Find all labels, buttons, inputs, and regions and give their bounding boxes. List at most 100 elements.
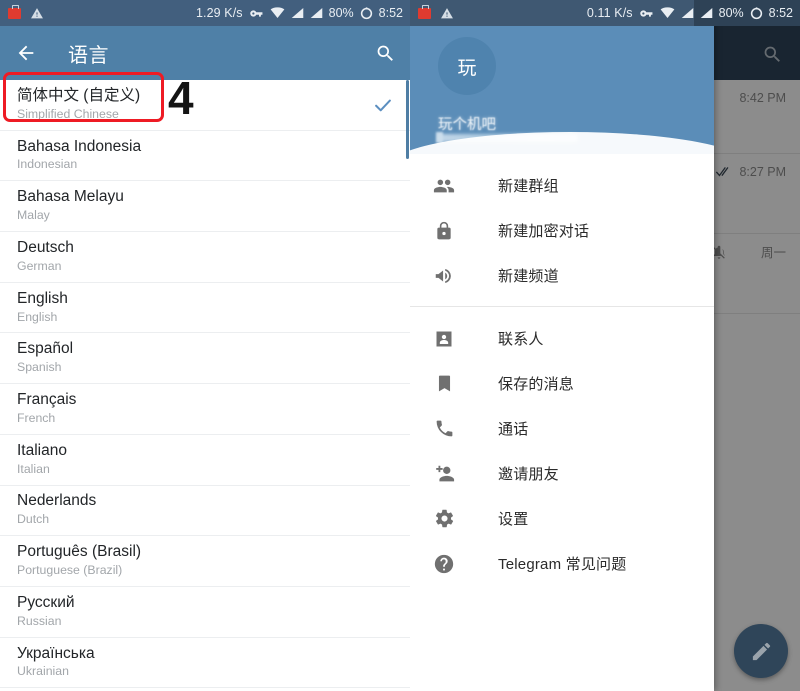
- drawer-item-new-secret-chat[interactable]: 新建加密对话: [410, 208, 714, 253]
- drawer-item-label: 新建加密对话: [498, 223, 590, 240]
- drawer-item-label: 联系人: [498, 331, 544, 348]
- language-texts: English English: [17, 290, 68, 326]
- language-row[interactable]: Français French: [0, 384, 410, 435]
- briefcase-icon: [418, 4, 431, 19]
- language-native-name: 简体中文 (自定义): [17, 86, 141, 104]
- signal-icon: [700, 7, 713, 19]
- drawer-section-main: 联系人 保存的消息 通话 邀请朋友 设置 Telegram 常见问题: [410, 307, 714, 594]
- language-row[interactable]: Nederlands Dutch: [0, 485, 410, 537]
- language-row[interactable]: Українська Ukrainian: [0, 637, 410, 689]
- key-icon: [639, 8, 654, 19]
- language-english-name: Simplified Chinese: [17, 106, 119, 121]
- language-english-name: German: [17, 258, 62, 273]
- signal-icon: [291, 7, 304, 19]
- language-texts: Deutsch German: [17, 239, 74, 275]
- drawer-item-contacts[interactable]: 联系人: [410, 316, 714, 361]
- signal-icon: [310, 7, 323, 19]
- language-texts: Français French: [17, 391, 76, 427]
- drawer-item-settings[interactable]: 设置: [410, 496, 714, 541]
- language-native-name: Nederlands: [17, 492, 97, 510]
- drawer-item-saved-messages[interactable]: 保存的消息: [410, 361, 714, 406]
- language-row[interactable]: Español Spanish: [0, 333, 410, 385]
- warning-triangle-icon: [30, 7, 44, 20]
- language-texts: Bahasa Indonesia Indonesian: [17, 138, 141, 174]
- language-native-name: English: [17, 289, 68, 307]
- search-icon[interactable]: [375, 43, 396, 64]
- drawer-item-new-group[interactable]: 新建群组: [410, 163, 714, 208]
- battery-circle-icon: [360, 6, 373, 20]
- drawer-section-create: 新建群组 新建加密对话 新建频道: [410, 154, 714, 306]
- group-icon: [432, 174, 456, 198]
- drawer-item-calls[interactable]: 通话: [410, 406, 714, 451]
- language-english-name: Malay: [17, 208, 50, 223]
- language-english-name: Portuguese (Brazil): [17, 562, 123, 577]
- annotation-step-number: 4: [168, 72, 194, 124]
- status-bar-left-icons: [8, 4, 44, 20]
- status-bar-right: 0.11 K/s 80% 8:52: [410, 0, 800, 26]
- language-row[interactable]: Bahasa Indonesia Indonesian: [0, 130, 410, 182]
- language-list[interactable]: 简体中文 (自定义) Simplified Chinese Bahasa Ind…: [0, 80, 410, 691]
- language-native-name: Português (Brasil): [17, 543, 142, 561]
- language-english-name: English: [17, 309, 58, 324]
- language-native-name: Bahasa Melayu: [17, 188, 124, 206]
- language-row[interactable]: Русский Russian: [0, 586, 410, 638]
- clock-time: 8:52: [378, 6, 403, 20]
- gear-icon: [432, 507, 456, 531]
- page-title: 语言: [68, 44, 109, 67]
- language-texts: Nederlands Dutch: [17, 492, 96, 528]
- network-speed: 0.11 K/s: [586, 6, 633, 20]
- scrollbar-thumb[interactable]: [406, 80, 409, 159]
- new-message-fab[interactable]: [734, 624, 788, 678]
- drawer-item-new-channel[interactable]: 新建频道: [410, 253, 714, 298]
- language-english-name: Italian: [17, 461, 50, 476]
- status-bar-left-status: 1.29 K/s 80% 8:52: [196, 6, 403, 20]
- language-row[interactable]: Bahasa Melayu Malay: [0, 181, 410, 233]
- briefcase-icon: [8, 4, 21, 19]
- language-english-name: Russian: [17, 613, 62, 628]
- drawer-item-label: 邀请朋友: [498, 466, 559, 483]
- avatar[interactable]: 玩: [438, 37, 496, 95]
- language-native-name: Español: [17, 340, 74, 358]
- left-phone-screen: 1.29 K/s 80% 8:52 语言 简体中文 (自定义) Simplifi…: [0, 0, 410, 691]
- status-bar-left: 1.29 K/s 80% 8:52: [0, 0, 410, 26]
- status-bar-right-icons: [418, 4, 454, 20]
- drawer-item-invite-friends[interactable]: 邀请朋友: [410, 451, 714, 496]
- battery-percent: 80%: [328, 6, 354, 20]
- language-texts: Español Spanish: [17, 340, 73, 376]
- language-row[interactable]: 简体中文 (自定义) Simplified Chinese: [0, 80, 410, 131]
- contact-icon: [432, 327, 456, 351]
- screenshot-root: 1.29 K/s 80% 8:52 语言 简体中文 (自定义) Simplifi…: [0, 0, 800, 691]
- language-english-name: Indonesian: [17, 157, 78, 172]
- language-texts: Українська Ukrainian: [17, 645, 95, 681]
- language-native-name: Bahasa Indonesia: [17, 137, 142, 155]
- language-texts: Português (Brasil) Portuguese (Brazil): [17, 543, 141, 579]
- language-english-name: French: [17, 410, 56, 425]
- drawer-item-telegram-faq[interactable]: Telegram 常见问题: [410, 541, 714, 586]
- language-english-name: Ukrainian: [17, 664, 69, 679]
- language-toolbar: 语言: [0, 26, 410, 80]
- pencil-icon: [750, 640, 773, 663]
- warning-triangle-icon: [440, 7, 454, 20]
- language-row[interactable]: Deutsch German: [0, 232, 410, 283]
- language-row[interactable]: Italiano Italian: [0, 434, 410, 486]
- right-phone-screen: 8:42 PM your a… 8:27 PM: [410, 0, 800, 691]
- language-texts: Bahasa Melayu Malay: [17, 188, 124, 224]
- language-row[interactable]: English English: [0, 282, 410, 334]
- clock-time: 8:52: [768, 6, 793, 20]
- drawer-item-label: 设置: [498, 511, 529, 528]
- language-native-name: Українська: [17, 644, 95, 662]
- drawer-item-label: 新建频道: [498, 268, 559, 285]
- back-button[interactable]: [15, 42, 37, 64]
- key-icon: [249, 8, 264, 19]
- language-native-name: Русский: [17, 593, 75, 611]
- language-row[interactable]: Português (Brasil) Portuguese (Brazil): [0, 536, 410, 587]
- account-name: 玩个机吧: [438, 117, 496, 133]
- drawer-item-label: 通话: [498, 421, 529, 438]
- battery-circle-icon: [750, 6, 763, 20]
- language-english-name: Spanish: [17, 360, 62, 375]
- megaphone-icon: [432, 264, 456, 288]
- language-native-name: Deutsch: [17, 239, 74, 256]
- lock-icon: [432, 219, 456, 243]
- battery-percent: 80%: [718, 6, 744, 20]
- phone-icon: [432, 417, 456, 441]
